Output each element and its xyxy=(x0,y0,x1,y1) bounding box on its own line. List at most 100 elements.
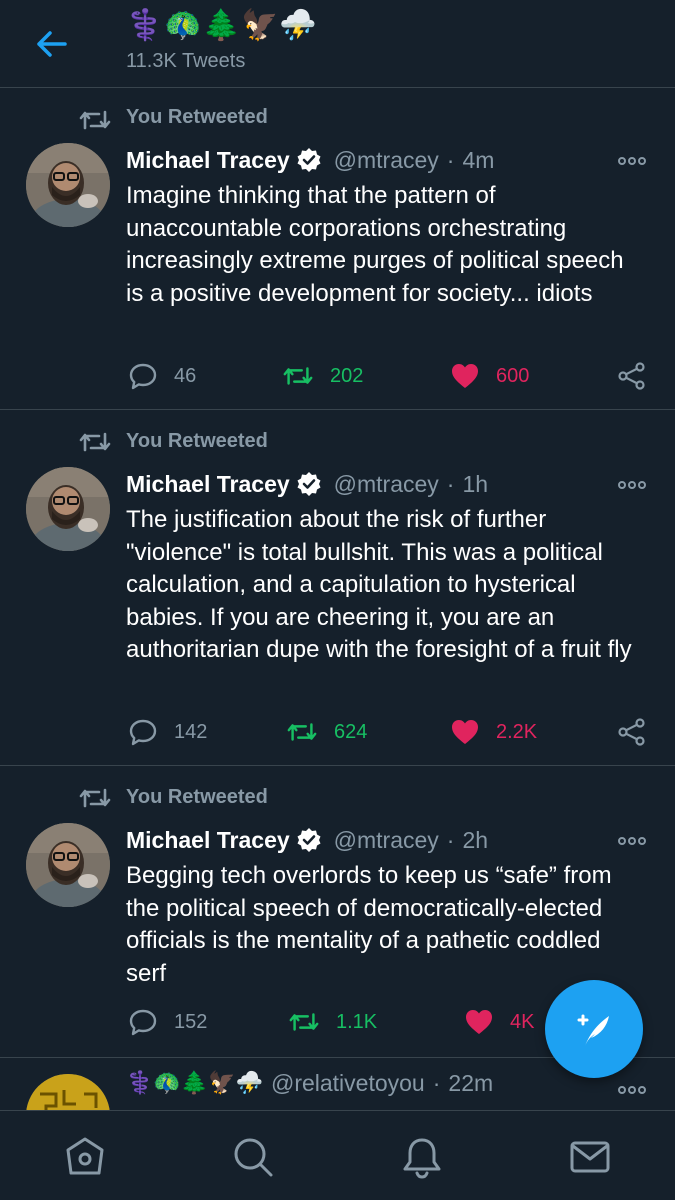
tweet[interactable]: You Retweeted Michael Tracey @mtracey · … xyxy=(0,88,675,410)
retweeted-label: You Retweeted xyxy=(126,786,268,808)
reply-button[interactable]: 142 xyxy=(128,714,207,750)
nav-messages[interactable] xyxy=(566,1133,614,1181)
retweet-icon xyxy=(79,432,111,452)
reply-count: 152 xyxy=(174,1010,208,1033)
like-button[interactable]: 2.2K xyxy=(450,714,537,750)
more-options-button[interactable] xyxy=(612,829,652,853)
author-name[interactable]: ⚕️🦚🌲🦅⛈️ xyxy=(126,1071,263,1096)
author-name[interactable]: Michael Tracey xyxy=(126,827,290,854)
verified-badge-icon xyxy=(297,828,321,852)
reply-icon xyxy=(129,1009,157,1036)
author-handle[interactable]: @mtracey xyxy=(334,827,439,854)
avatar[interactable] xyxy=(26,467,110,551)
like-count: 600 xyxy=(496,364,530,387)
retweet-icon xyxy=(283,367,313,385)
mail-icon xyxy=(570,1141,610,1173)
heart-icon xyxy=(452,720,478,744)
tweet-time[interactable]: 1h xyxy=(462,471,488,498)
heart-icon xyxy=(466,1010,492,1034)
tweet-actions: 46 202 600 xyxy=(124,358,654,394)
avatar[interactable] xyxy=(26,823,110,907)
tweet-time[interactable]: 22m xyxy=(448,1070,493,1097)
author-name[interactable]: Michael Tracey xyxy=(126,147,290,174)
nav-search[interactable] xyxy=(229,1133,277,1181)
more-options-icon xyxy=(618,481,646,489)
author-name[interactable]: Michael Tracey xyxy=(126,471,290,498)
retweet-count: 624 xyxy=(334,720,368,743)
share-button[interactable] xyxy=(618,358,646,394)
separator-dot: · xyxy=(446,826,455,853)
search-icon xyxy=(234,1138,273,1177)
like-button[interactable]: 4K xyxy=(464,1004,534,1040)
profile-display-name: ⚕️🦚🌲🦅⛈️ xyxy=(126,8,318,43)
retweet-count: 202 xyxy=(330,364,364,387)
retweet-button[interactable]: 624 xyxy=(286,714,367,750)
retweet-icon xyxy=(79,788,111,808)
reply-icon xyxy=(129,719,157,746)
tweet-time[interactable]: 2h xyxy=(462,827,488,854)
retweet-count: 1.1K xyxy=(336,1010,378,1033)
verified-badge-icon xyxy=(297,148,321,172)
tweet-header: ⚕️🦚🌲🦅⛈️ @relativetoyou · 22m xyxy=(126,1070,493,1097)
separator-dot: · xyxy=(446,470,455,497)
share-icon xyxy=(618,362,645,390)
author-handle[interactable]: @mtracey xyxy=(334,471,439,498)
arrow-left-icon xyxy=(37,31,67,57)
separator-dot: · xyxy=(446,146,455,173)
avatar[interactable] xyxy=(26,143,110,227)
share-icon xyxy=(618,718,645,746)
author-handle[interactable]: @mtracey xyxy=(334,147,439,174)
bell-icon xyxy=(403,1138,441,1179)
retweeted-label: You Retweeted xyxy=(126,106,268,128)
compose-quill-icon xyxy=(577,1014,609,1046)
tweet-time[interactable]: 4m xyxy=(462,147,494,174)
retweet-icon xyxy=(287,723,317,741)
more-options-button[interactable] xyxy=(612,149,652,173)
more-options-icon xyxy=(618,157,646,165)
compose-tweet-button[interactable] xyxy=(545,980,643,1078)
profile-header: ⚕️🦚🌲🦅⛈️ 11.3K Tweets xyxy=(0,0,675,88)
retweet-icon xyxy=(79,110,111,130)
verified-badge-icon xyxy=(297,472,321,496)
retweet-icon xyxy=(289,1013,319,1031)
tweet-header: Michael Tracey @mtracey · 2h xyxy=(126,823,488,857)
home-icon xyxy=(66,1137,104,1175)
tweet-text: Imagine thinking that the pattern of una… xyxy=(126,182,624,307)
nav-home[interactable] xyxy=(61,1133,109,1181)
tweet[interactable]: You Retweeted Michael Tracey @mtracey · … xyxy=(0,410,675,766)
reply-count: 46 xyxy=(174,364,197,387)
author-handle[interactable]: @relativetoyou xyxy=(271,1070,425,1097)
avatar-image xyxy=(26,1074,110,1110)
tweet-text: Begging tech overlords to keep us “safe”… xyxy=(126,862,612,987)
reply-button[interactable]: 152 xyxy=(128,1004,207,1040)
back-button[interactable] xyxy=(28,22,76,66)
nav-notifications[interactable] xyxy=(398,1133,446,1181)
avatar-image xyxy=(26,467,110,551)
tweet-count: 11.3K Tweets xyxy=(126,50,246,72)
reply-button[interactable]: 46 xyxy=(128,358,196,394)
more-options-button[interactable] xyxy=(612,473,652,497)
like-button[interactable]: 600 xyxy=(450,358,529,394)
separator-dot: · xyxy=(432,1070,441,1096)
retweet-context xyxy=(78,108,112,132)
tweet-text: The justification about the risk of furt… xyxy=(126,506,632,663)
reply-icon xyxy=(129,363,157,390)
avatar-image xyxy=(26,823,110,907)
retweeted-label: You Retweeted xyxy=(126,430,268,452)
bottom-navigation xyxy=(0,1110,675,1200)
retweet-button[interactable]: 202 xyxy=(282,358,363,394)
more-options-button[interactable] xyxy=(612,1078,652,1102)
share-button[interactable] xyxy=(618,714,646,750)
like-count: 2.2K xyxy=(496,720,538,743)
heart-icon xyxy=(452,364,478,388)
like-count: 4K xyxy=(510,1010,535,1033)
retweet-context xyxy=(78,430,112,454)
avatar[interactable] xyxy=(26,1074,110,1110)
retweet-context xyxy=(78,786,112,810)
tweet-header: Michael Tracey @mtracey · 1h xyxy=(126,467,488,501)
tweet-actions: 142 624 2.2K xyxy=(124,714,654,750)
tweet-header: Michael Tracey @mtracey · 4m xyxy=(126,143,494,177)
retweet-button[interactable]: 1.1K xyxy=(288,1004,377,1040)
more-options-icon xyxy=(618,837,646,845)
reply-count: 142 xyxy=(174,720,208,743)
